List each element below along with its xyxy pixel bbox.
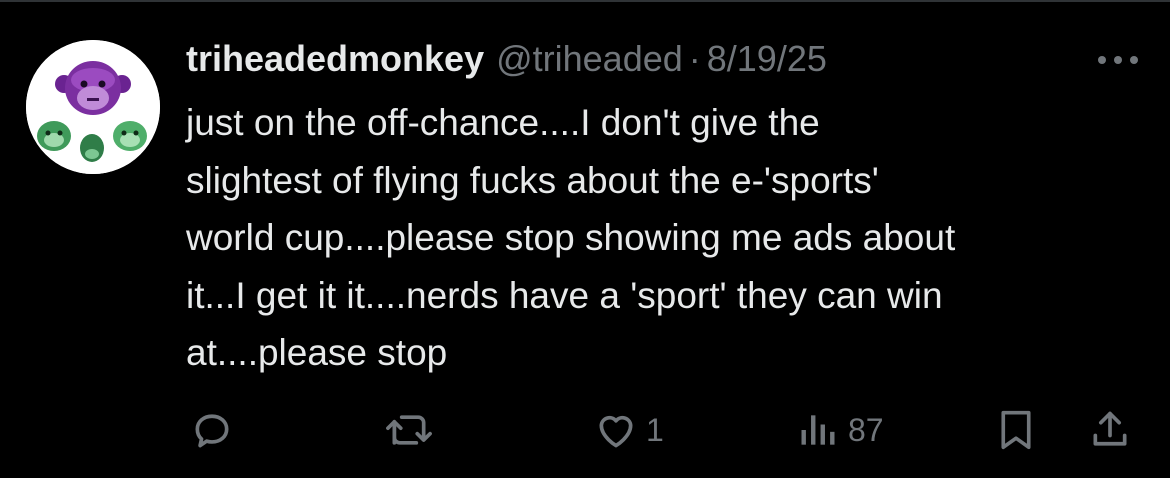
retweet-icon — [386, 415, 432, 445]
views-icon — [801, 415, 835, 445]
views-button[interactable]: 87 — [796, 400, 884, 460]
action-bar: 1 87 — [0, 400, 1170, 460]
bookmark-button[interactable] — [996, 400, 1036, 460]
heart-icon — [599, 415, 633, 448]
share-button[interactable] — [1088, 400, 1132, 460]
more-icon — [1098, 56, 1138, 64]
monkey-avatar-image — [26, 40, 160, 174]
reply-icon — [195, 414, 229, 448]
tweet[interactable]: triheadedmonkey @triheaded · 8/19/25 jus… — [0, 0, 1170, 478]
reply-button[interactable] — [190, 400, 234, 460]
more-options-button[interactable] — [1096, 46, 1140, 74]
bookmark-icon — [1001, 410, 1031, 450]
display-name[interactable]: triheadedmonkey — [186, 38, 484, 80]
like-button[interactable]: 1 — [594, 400, 664, 460]
avatar[interactable] — [26, 40, 160, 174]
tweet-date[interactable]: 8/19/25 — [707, 38, 827, 80]
retweet-button[interactable] — [385, 400, 433, 460]
separator-dot: · — [688, 38, 701, 79]
like-count: 1 — [646, 411, 664, 448]
tweet-text: just on the off-chance....I don't give t… — [186, 102, 956, 373]
views-count: 87 — [848, 411, 884, 448]
tweet-header: triheadedmonkey @triheaded · 8/19/25 — [186, 38, 827, 84]
share-icon — [1093, 411, 1127, 446]
user-handle[interactable]: @triheaded — [496, 38, 683, 80]
